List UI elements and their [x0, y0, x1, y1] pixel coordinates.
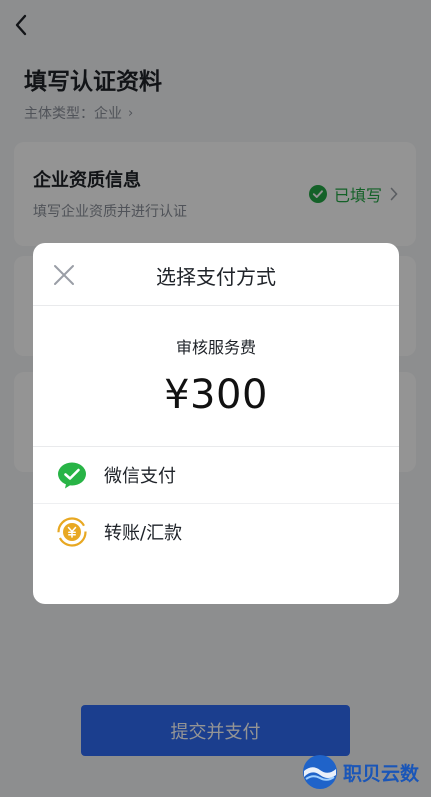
payment-option-label: 转账/汇款: [104, 522, 183, 544]
wechat-pay-icon: [58, 462, 86, 489]
payment-method-dialog: 选择支付方式 审核服务费 ¥300 微信支付 转账/汇款: [33, 243, 399, 604]
payment-option-transfer[interactable]: 转账/汇款: [33, 503, 399, 559]
fee-amount: ¥300: [164, 372, 268, 418]
watermark-text: 职贝云数: [343, 762, 420, 785]
globe-wave-icon: [303, 755, 337, 789]
fee-label: 审核服务费: [175, 338, 256, 357]
watermark-logo: 职贝云数: [301, 752, 419, 792]
fee-section: 审核服务费 ¥300: [33, 306, 399, 447]
bank-transfer-icon: [57, 516, 87, 547]
dialog-header: 选择支付方式: [33, 243, 399, 306]
payment-option-label: 微信支付: [104, 466, 176, 487]
dialog-title: 选择支付方式: [156, 265, 276, 289]
payment-option-wechat[interactable]: 微信支付: [33, 447, 399, 503]
